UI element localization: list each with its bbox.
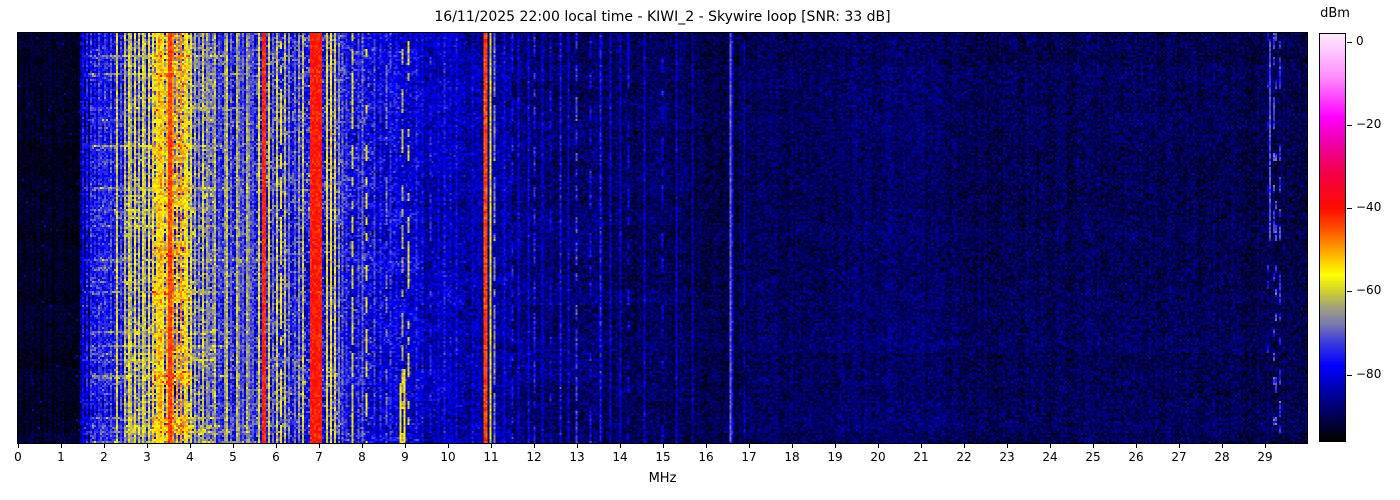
chart-title: 16/11/2025 22:00 local time - KIWI_2 - S… [434,9,891,25]
x-tick-label: 22 [956,450,972,464]
x-tick-label: 5 [229,450,237,464]
x-tick [1050,444,1051,448]
x-tick-label: 15 [655,450,671,464]
colorbar-tick-label: −20 [1356,117,1382,131]
x-tick [792,444,793,448]
x-tick-label: 9 [401,450,409,464]
x-tick [61,444,62,448]
x-tick-label: 27 [1171,450,1187,464]
colorbar-tick-label: 0 [1356,34,1364,48]
x-tick-label: 21 [913,450,929,464]
x-tick [147,444,148,448]
x-tick-label: 0 [14,450,22,464]
x-tick [1222,444,1223,448]
colorbar-tick [1347,291,1352,292]
x-tick-label: 14 [612,450,628,464]
x-tick [448,444,449,448]
x-tick [534,444,535,448]
colorbar-tick [1347,42,1352,43]
colorbar-canvas [1320,34,1345,441]
x-tick [319,444,320,448]
colorbar-tick [1347,208,1352,209]
x-tick [1007,444,1008,448]
x-tick [276,444,277,448]
x-tick [577,444,578,448]
x-tick-label: 17 [741,450,757,464]
colorbar-tick [1347,375,1352,376]
x-tick [362,444,363,448]
x-tick-label: 24 [1042,450,1058,464]
x-tick-label: 18 [784,450,800,464]
x-tick-label: 26 [1128,450,1144,464]
x-tick-label: 3 [143,450,151,464]
x-tick [964,444,965,448]
colorbar [1319,33,1346,442]
x-tick [749,444,750,448]
colorbar-tick-label: −60 [1356,283,1382,297]
x-tick [835,444,836,448]
x-tick [1265,444,1266,448]
x-tick [1179,444,1180,448]
colorbar-tick-label: −80 [1356,367,1382,381]
x-tick [233,444,234,448]
x-tick-label: 11 [483,450,499,464]
x-tick-label: 8 [358,450,366,464]
x-tick [190,444,191,448]
colorbar-tick-label: −40 [1356,200,1382,214]
x-tick-label: 4 [186,450,194,464]
x-tick [878,444,879,448]
x-tick-label: 6 [272,450,280,464]
x-axis-label: MHz [648,471,677,486]
colorbar-label: dBm [1320,6,1350,21]
x-tick-label: 29 [1257,450,1273,464]
spectrogram-canvas [18,33,1307,443]
x-tick-label: 23 [999,450,1015,464]
x-tick-label: 10 [440,450,456,464]
x-tick-label: 28 [1214,450,1230,464]
x-tick-label: 16 [698,450,714,464]
x-tick [663,444,664,448]
x-tick [620,444,621,448]
figure: 16/11/2025 22:00 local time - KIWI_2 - S… [0,0,1400,500]
x-tick [706,444,707,448]
x-tick-label: 1 [57,450,65,464]
x-tick [405,444,406,448]
x-tick [1093,444,1094,448]
spectrogram-plot-area [17,32,1308,444]
x-tick-label: 7 [315,450,323,464]
x-tick-label: 20 [870,450,886,464]
x-tick-label: 19 [827,450,843,464]
x-tick-label: 25 [1085,450,1101,464]
x-tick-label: 13 [569,450,585,464]
x-tick-label: 2 [100,450,108,464]
x-tick [18,444,19,448]
x-tick [491,444,492,448]
x-tick [1136,444,1137,448]
x-tick-label: 12 [526,450,542,464]
colorbar-tick [1347,125,1352,126]
x-tick [104,444,105,448]
x-tick [921,444,922,448]
